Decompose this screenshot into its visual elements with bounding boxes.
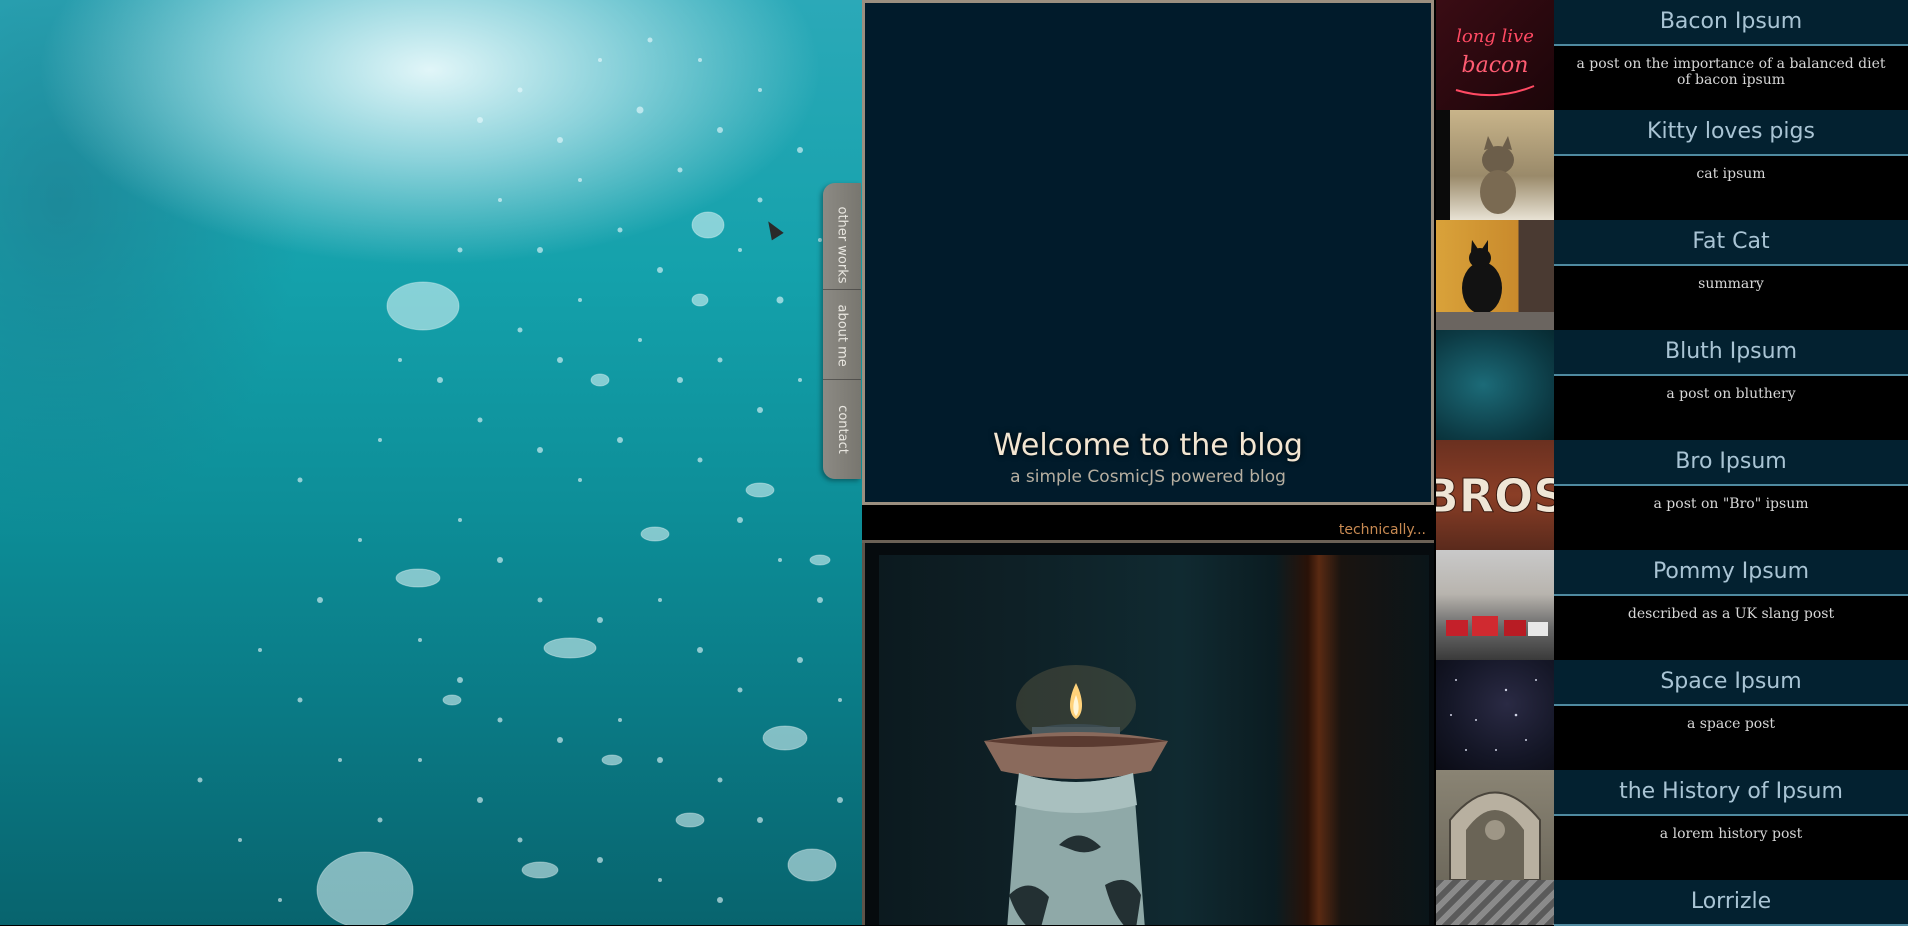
post-title[interactable]: Bluth Ipsum [1554,330,1908,376]
post-title[interactable]: the History of Ipsum [1554,770,1908,816]
post-item[interactable]: Lorrizle [1554,880,1908,926]
svg-text:bacon: bacon [1462,53,1529,78]
black-cat-image [1436,240,1554,330]
post-title[interactable]: Lorrizle [1554,880,1908,926]
post-item[interactable]: Bluth Ipsum a post on bluthery [1554,330,1908,440]
thumb-history[interactable] [1436,770,1554,880]
bros-sign-image: BROS [1436,469,1554,524]
post-title[interactable]: Space Ipsum [1554,660,1908,706]
tab-other-works-label: other works [834,206,850,283]
thumb-bluth[interactable] [1436,330,1554,440]
thumb-kitty[interactable] [1436,110,1554,220]
post-item[interactable]: Space Ipsum a space post [1554,660,1908,770]
welcome-panel: Welcome to the blog a simple CosmicJS po… [862,0,1434,505]
post-summary: summary [1698,276,1764,292]
post-summary: a lorem history post [1659,826,1803,842]
cathedral-image [1449,791,1541,880]
post-title[interactable]: Bro Ipsum [1554,440,1908,486]
tab-other-works[interactable]: other works [823,183,861,290]
hero-background-image [0,0,862,925]
bubbles-illustration [197,37,843,925]
post-summary: a space post [1686,716,1776,732]
tab-contact[interactable]: contact [823,379,861,479]
page-subtitle: a simple CosmicJS powered blog [1010,467,1286,487]
post-item[interactable]: Fat Cat summary [1554,220,1908,330]
post-summary: described as a UK slang post [1627,606,1835,622]
neon-sign-image: long live bacon [1455,26,1535,97]
post-summary: cat ipsum [1696,166,1766,182]
post-title[interactable]: Bacon Ipsum [1554,0,1908,46]
footer-note-link[interactable]: technically... [1339,522,1426,538]
thumb-fat-cat[interactable] [1436,220,1554,330]
post-item[interactable]: the History of Ipsum a lorem history pos… [1554,770,1908,880]
post-item[interactable]: Pommy Ipsum described as a UK slang post [1554,550,1908,660]
post-summary: a post on "Bro" ipsum [1653,496,1809,512]
tab-contact-label: contact [834,404,850,454]
tab-about-me-label: about me [834,304,850,367]
side-tab-nav: other works about me contact [823,183,861,479]
svg-text:BROS: BROS [1436,469,1554,523]
cat-photo-image [1436,110,1516,220]
thumb-lorrizle[interactable] [1436,880,1554,925]
thumb-bros[interactable]: BROS [1436,440,1554,550]
post-list: Bacon Ipsum a post on the importance of … [1554,0,1908,926]
london-street-image [1446,616,1548,636]
post-title[interactable]: Fat Cat [1554,220,1908,266]
thumb-bacon-neon[interactable]: long live bacon [1436,0,1554,110]
candle-photo [879,555,1429,925]
footer-note-bar: technically... [862,505,1434,543]
thumb-pommy[interactable] [1436,550,1554,660]
post-thumbnails: long live bacon BROS [1436,0,1554,925]
thumb-space[interactable] [1436,660,1554,770]
post-title[interactable]: Kitty loves pigs [1554,110,1908,156]
featured-image-panel [862,543,1434,925]
post-item[interactable]: Bro Ipsum a post on "Bro" ipsum [1554,440,1908,550]
post-summary: a post on bluthery [1666,386,1796,402]
post-item[interactable]: Bacon Ipsum a post on the importance of … [1554,0,1908,110]
tab-about-me[interactable]: about me [823,289,861,380]
post-title[interactable]: Pommy Ipsum [1554,550,1908,596]
post-summary: a post on the importance of a balanced d… [1576,56,1886,88]
page-title: Welcome to the blog [993,428,1303,463]
post-item[interactable]: Kitty loves pigs cat ipsum [1554,110,1908,220]
svg-text:long live: long live [1456,26,1534,47]
starfield-image [1450,679,1537,751]
